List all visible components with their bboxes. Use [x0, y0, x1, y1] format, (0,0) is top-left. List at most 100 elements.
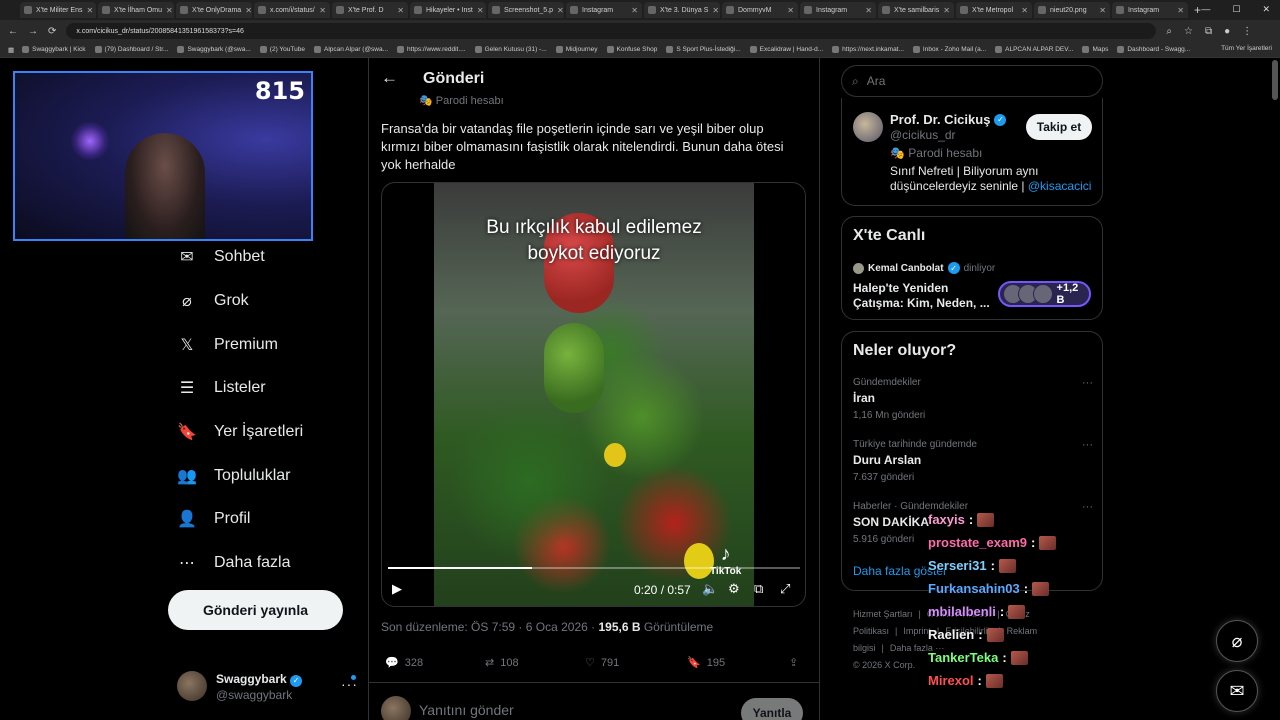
bookmark-item[interactable]: S Sport Plus-İstediği...	[666, 46, 741, 53]
tab-close-icon[interactable]: ✕	[787, 6, 794, 15]
browser-tab[interactable]: X'te Metropol ✕	[956, 2, 1032, 18]
tab-close-icon[interactable]: ✕	[86, 6, 93, 15]
tab-close-icon[interactable]: ✕	[1177, 6, 1184, 15]
nav-item-profil[interactable]: 👤 Profil	[176, 507, 250, 531]
maximize-icon[interactable]: ☐	[1232, 4, 1240, 15]
reply-input[interactable]: Yanıtını gönder	[419, 702, 514, 718]
messages-fab-icon[interactable]: ✉	[1216, 670, 1258, 712]
browser-tab[interactable]: X'te samilbaris ✕	[878, 2, 954, 18]
fullscreen-icon[interactable]: ⤢	[780, 581, 790, 597]
live-listeners-pill[interactable]: +1,2 B	[998, 281, 1091, 307]
follow-button[interactable]: Takip et	[1026, 114, 1092, 140]
bookmark-item[interactable]: Gelen Kutusu (31) -...	[474, 46, 547, 53]
browser-tab[interactable]: Instagram ✕	[566, 2, 642, 18]
footer-link[interactable]: Hizmet Şartları	[853, 609, 913, 619]
live-topic[interactable]: Halep'te Yeniden Çatışma: Kim, Neden, ..…	[853, 281, 993, 311]
bookmark-item[interactable]: https://www.reddit....	[397, 46, 466, 53]
browser-tab[interactable]: X'te OnlyDrama ✕	[176, 2, 252, 18]
scrollbar[interactable]	[1272, 60, 1278, 100]
apps-icon[interactable]: ▦	[8, 46, 14, 54]
more-icon[interactable]: ···	[1082, 439, 1093, 451]
browser-tab[interactable]: Screenshot_5.p ✕	[488, 2, 564, 18]
tab-close-icon[interactable]: ✕	[865, 6, 872, 15]
all-bookmarks[interactable]: Tüm Yer İşaretleri	[1217, 45, 1272, 52]
video-progress-bar[interactable]	[388, 567, 800, 569]
search-input[interactable]: ⌕ Ara	[841, 65, 1103, 97]
menu-icon[interactable]: ⋮	[1242, 26, 1252, 37]
bookmark-item[interactable]: Excalidraw | Hand-d...	[749, 46, 823, 53]
tab-close-icon[interactable]: ✕	[631, 6, 638, 15]
bookmark-item[interactable]: https://next.inkamat...	[832, 46, 904, 53]
extensions-icon[interactable]: ⧉	[1205, 26, 1212, 37]
video-frame[interactable]: Bu ırkçılık kabul edilemez boykot ediyor…	[434, 183, 754, 606]
trend-item[interactable]: Türkiye tarihinde gündemde Duru Arslan 7.6…	[853, 439, 1093, 483]
bio-link[interactable]: @kisacacici	[1028, 179, 1092, 193]
browser-tab[interactable]: DommyvM ✕	[722, 2, 798, 18]
minimize-icon[interactable]: —	[1201, 4, 1210, 15]
browser-tab[interactable]: Instagram ✕	[1112, 2, 1188, 18]
bookmark-item[interactable]: ALPCAN ALPAR DEV...	[995, 46, 1073, 53]
close-window-icon[interactable]: ✕	[1262, 4, 1270, 15]
tab-close-icon[interactable]: ✕	[397, 6, 404, 15]
new-tab-button[interactable]: +	[1194, 3, 1201, 17]
bookmark-item[interactable]: Midjourney	[555, 46, 598, 53]
reload-icon[interactable]: ⟳	[48, 26, 56, 37]
browser-tab[interactable]: x.com/i/status/ ✕	[254, 2, 330, 18]
bookmark-item[interactable]: Konfuse Shop	[606, 46, 657, 53]
bookmark-item[interactable]: (2) YouTube	[259, 46, 305, 53]
nav-item-listeler[interactable]: ☰ Listeler	[176, 376, 266, 400]
footer-link[interactable]: Imprint	[903, 626, 931, 636]
tab-close-icon[interactable]: ✕	[245, 6, 252, 15]
browser-tab[interactable]: Instagram ✕	[800, 2, 876, 18]
video-player[interactable]: Bu ırkçılık kabul edilemez boykot ediyor…	[381, 182, 806, 607]
tab-close-icon[interactable]: ✕	[1021, 6, 1028, 15]
account-switcher[interactable]: Swaggybark ✓ @swaggybark ···	[177, 670, 357, 704]
nav-item-yer-i̇şaretleri[interactable]: 🔖 Yer İşaretleri	[176, 420, 303, 444]
tab-close-icon[interactable]: ✕	[319, 6, 326, 15]
tab-close-icon[interactable]: ✕	[712, 6, 719, 15]
tab-close-icon[interactable]: ✕	[477, 6, 484, 15]
nav-item-daha-fazla[interactable]: ⋯ Daha fazla	[176, 551, 291, 575]
bookmark-item[interactable]: Maps	[1082, 46, 1108, 53]
browser-tab[interactable]: X'te Militer Ens ✕	[20, 2, 96, 18]
settings-icon[interactable]: ⚙	[728, 581, 740, 597]
browser-tab[interactable]: nieut20.png ✕	[1034, 2, 1110, 18]
browser-tab[interactable]: Hikayeler • Inst ✕	[410, 2, 486, 18]
bookmark-star-icon[interactable]: ☆	[1184, 26, 1193, 37]
more-icon[interactable]: ···	[1082, 501, 1093, 513]
profile-icon[interactable]: ●	[1224, 26, 1230, 37]
tab-close-icon[interactable]: ✕	[943, 6, 950, 15]
share-button[interactable]: ⇪	[789, 656, 798, 669]
volume-icon[interactable]: 🔈	[702, 581, 718, 597]
avatar[interactable]	[853, 112, 883, 142]
post-button[interactable]: Gönderi yayınla	[168, 590, 343, 630]
back-arrow-icon[interactable]: ←	[381, 68, 398, 88]
nav-item-grok[interactable]: ⌀ Grok	[176, 289, 249, 313]
bookmark-item[interactable]: Inbox - Zoho Mail (a...	[912, 46, 986, 53]
tab-close-icon[interactable]: ✕	[557, 6, 564, 15]
trend-item[interactable]: Gündemdekiler İran 1,16 Mn gönderi ···	[853, 377, 1093, 421]
forward-nav-icon[interactable]: →	[28, 26, 38, 37]
back-nav-icon[interactable]: ←	[8, 26, 18, 37]
browser-tab[interactable]: X'te İlham Omu ✕	[98, 2, 174, 18]
pip-icon[interactable]: ⧉	[754, 581, 763, 597]
play-icon[interactable]: ▶	[392, 581, 402, 597]
bookmark-button[interactable]: 🔖 195	[687, 656, 725, 670]
browser-tab[interactable]: X'te 3. Dünya S ✕	[644, 2, 720, 18]
zoom-icon[interactable]: ⌕	[1166, 26, 1172, 37]
url-field[interactable]: x.com/cicikus_dr/status/2008584135196158…	[66, 23, 1157, 39]
repost-button[interactable]: ⇄ 108	[485, 656, 519, 670]
tab-close-icon[interactable]: ✕	[1099, 6, 1106, 15]
profile-name[interactable]: Prof. Dr. Cicikuş ✓	[890, 112, 1007, 127]
bookmark-item[interactable]: Alpcan Alpar (@swa...	[313, 46, 388, 53]
more-icon[interactable]: ···	[1082, 377, 1093, 389]
bookmark-item[interactable]: Dashboard - Swagg...	[1117, 46, 1190, 53]
browser-tab[interactable]: X'te Prof. D ✕	[332, 2, 408, 18]
bookmark-item[interactable]: (79) Dashboard / Str...	[94, 46, 168, 53]
reply-button[interactable]: 💬 328	[385, 656, 423, 670]
bookmark-item[interactable]: Swaggybark | Kick	[22, 46, 86, 53]
nav-item-sohbet[interactable]: ✉ Sohbet	[176, 245, 264, 269]
nav-item-premium[interactable]: 𝕏 Premium	[176, 333, 278, 357]
nav-item-topluluklar[interactable]: 👥 Topluluklar	[176, 464, 290, 488]
like-button[interactable]: ♡ 791	[585, 656, 619, 670]
